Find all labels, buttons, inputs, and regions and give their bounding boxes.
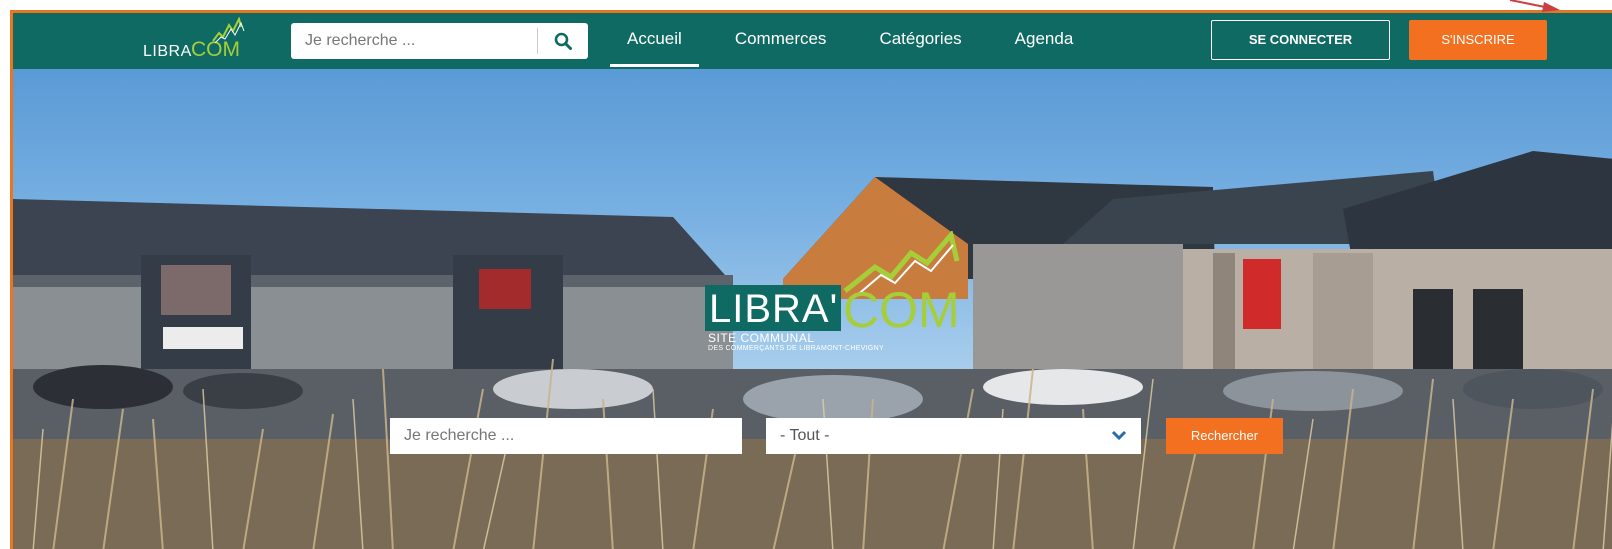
- nav-link-commerces[interactable]: Commerces: [718, 13, 844, 69]
- nav-search-input[interactable]: [291, 23, 537, 59]
- hero-search-button[interactable]: Rechercher: [1166, 418, 1283, 454]
- hero-logo-subtagline: DES COMMERÇANTS DE LIBRAMONT-CHEVIGNY: [708, 345, 885, 352]
- nav-link-agenda[interactable]: Agenda: [998, 13, 1091, 69]
- nav-search-box: [291, 23, 588, 59]
- nav-link-accueil[interactable]: Accueil: [610, 13, 699, 69]
- hero-category-value: - Tout -: [780, 427, 830, 444]
- hero-logo-tagline: SITE COMMUNAL: [708, 331, 815, 345]
- hero-logo-libra: LIBRA': [709, 287, 839, 331]
- logo-libra-text: LIBRA': [143, 43, 196, 60]
- logo-mountain-icon: [212, 17, 245, 43]
- hero-category-select[interactable]: - Tout -: [766, 418, 1141, 454]
- signup-button[interactable]: S'INSCRIRE: [1409, 20, 1547, 60]
- site-logo[interactable]: LIBRA' COM: [143, 17, 273, 65]
- chevron-down-icon: [1111, 430, 1127, 441]
- nav-link-categories[interactable]: Catégories: [862, 13, 978, 69]
- hero-search-input[interactable]: [390, 418, 742, 454]
- hero-logo-com: COM: [843, 282, 960, 338]
- top-navbar: LIBRA' COM Accueil Commerces Catégories …: [13, 13, 1612, 69]
- main-nav: Accueil Commerces Catégories Agenda: [610, 13, 1090, 69]
- login-button[interactable]: SE CONNECTER: [1211, 20, 1390, 60]
- nav-search-button[interactable]: [538, 23, 588, 59]
- page-frame: LIBRA' COM Accueil Commerces Catégories …: [10, 10, 1612, 549]
- hero-logo: LIBRA' COM SITE COMMUNAL DES COMMERÇANTS…: [705, 231, 975, 356]
- corner-arrow-icon: [1509, 0, 1560, 12]
- search-icon: [554, 32, 572, 50]
- hero-banner: LIBRA' COM SITE COMMUNAL DES COMMERÇANTS…: [13, 69, 1612, 549]
